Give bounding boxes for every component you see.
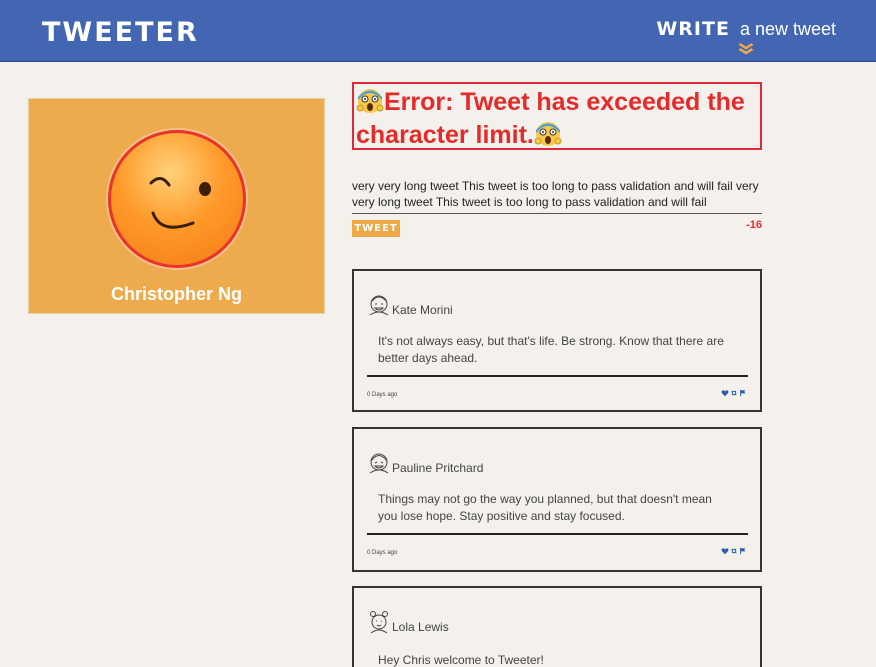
profile-name: Christopher Ng (110, 284, 242, 304)
compose-area (352, 180, 762, 214)
retweet-icon[interactable] (730, 389, 738, 397)
tweet-date: 0 Days ago (367, 392, 398, 398)
tweet-user-name: Kate Morini (392, 303, 453, 317)
tweet-header: Lola Lewis (368, 602, 449, 634)
flag-icon[interactable] (739, 389, 747, 397)
retweet-icon[interactable] (730, 547, 738, 555)
tweet-divider (367, 533, 748, 535)
user-avatar-icon (369, 453, 389, 474)
flag-icon[interactable] (739, 547, 747, 555)
screaming-face-icon (356, 89, 384, 113)
tweet-header: Pauline Pritchard (368, 443, 483, 475)
tweet-actions (721, 389, 747, 397)
user-avatar-icon (369, 295, 389, 316)
tweet-card: Kate Morini It's not always easy, but th… (352, 269, 762, 412)
heart-icon[interactable] (721, 389, 729, 397)
error-message-box: Error: Tweet has exceeded the character … (352, 82, 762, 150)
tweet-user-name: Lola Lewis (392, 620, 449, 634)
heart-icon[interactable] (721, 547, 729, 555)
character-counter: -16 (746, 219, 762, 231)
brand-logo[interactable]: TWEETER (42, 18, 199, 48)
tweet-text: Hey Chris welcome to Tweeter! (378, 653, 544, 667)
compose-toggle-bold-word: WRITE (656, 18, 730, 40)
tweet-card: Lola Lewis Hey Chris welcome to Tweeter! (352, 586, 762, 667)
tweet-user-name: Pauline Pritchard (392, 461, 484, 475)
user-avatar-icon (370, 611, 388, 634)
tweet-text: It's not always easy, but that's life. B… (378, 334, 724, 365)
profile-card: Christopher Ng (28, 98, 325, 314)
tweet-header: Kate Morini (368, 285, 453, 317)
tweet-actions (721, 547, 747, 555)
error-text-wrapper: Error: Tweet has exceeded the character … (356, 86, 756, 152)
tweet-button[interactable]: TWEET (352, 220, 400, 237)
tweet-date: 0 Days ago (367, 550, 398, 556)
compose-toggle-label: a new tweet (739, 19, 836, 39)
compose-toggle[interactable]: WRITE a new tweet (656, 18, 836, 57)
tweet-divider (367, 375, 748, 377)
winking-face-avatar (108, 130, 246, 268)
screaming-face-icon (534, 122, 562, 146)
tweet-card: Pauline Pritchard Things may not go the … (352, 427, 762, 572)
tweet-text: Things may not go the way you planned, b… (378, 492, 712, 523)
navbar: TWEETER WRITE a new tweet (0, 0, 876, 62)
double-chevron-down-icon[interactable] (737, 42, 755, 57)
tweet-input[interactable] (352, 180, 762, 211)
